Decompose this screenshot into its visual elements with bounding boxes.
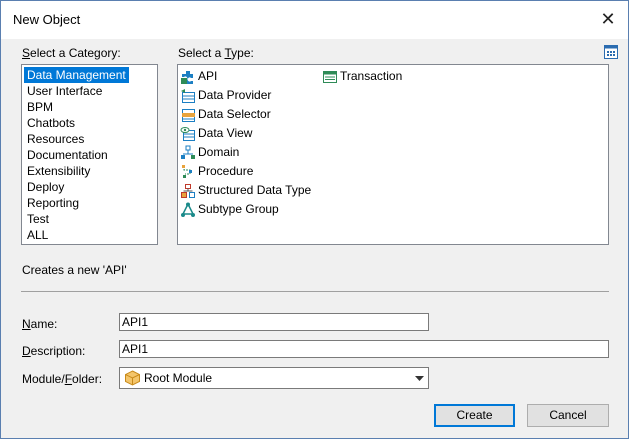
category-item[interactable]: Extensibility (24, 163, 157, 179)
category-item[interactable]: ALL (24, 227, 157, 243)
category-item[interactable]: Data Management (24, 67, 129, 83)
type-item-structured-data-type[interactable]: Structured Data Type (180, 181, 311, 199)
type-item-label: Data Provider (198, 88, 272, 102)
module-folder-value: Root Module (144, 371, 213, 385)
type-item-data-view[interactable]: Data View (180, 124, 252, 142)
create-button[interactable]: Create (434, 404, 515, 427)
data-provider-icon (181, 88, 195, 103)
domain-icon (181, 145, 195, 159)
category-item[interactable]: Test (24, 211, 157, 227)
type-description: Creates a new 'API' (22, 263, 127, 277)
category-item[interactable]: Documentation (24, 147, 157, 163)
type-item-domain[interactable]: Domain (180, 143, 239, 161)
data-view-icon (180, 126, 195, 141)
chevron-down-icon[interactable] (415, 376, 424, 381)
divider (21, 291, 609, 292)
type-item-data-selector[interactable]: Data Selector (180, 105, 271, 123)
type-item-data-provider[interactable]: Data Provider (180, 86, 271, 104)
type-item-label: API (198, 69, 218, 83)
view-mode-icon[interactable] (604, 45, 618, 59)
module-cube-icon (125, 370, 140, 386)
title-bar: New Object ✕ (1, 1, 628, 39)
type-item-procedure[interactable]: Procedure (180, 162, 253, 180)
procedure-icon (182, 164, 192, 178)
type-item-api[interactable]: API (180, 67, 217, 85)
category-item[interactable]: Reporting (24, 195, 157, 211)
category-item[interactable]: Chatbots (24, 115, 157, 131)
type-item-subtype-group[interactable]: Subtype Group (180, 200, 279, 218)
type-item-label: Procedure (198, 164, 254, 178)
category-item[interactable]: BPM (24, 99, 157, 115)
module-folder-label: Module/Folder: (22, 372, 103, 386)
dialog-title: New Object (13, 12, 81, 27)
close-icon[interactable]: ✕ (596, 7, 620, 31)
type-list[interactable]: API Data Provider Data Selector Data Vie… (177, 64, 609, 245)
type-item-label: Subtype Group (198, 202, 279, 216)
description-label: Description: (22, 344, 86, 358)
cancel-button[interactable]: Cancel (527, 404, 609, 427)
category-label: Select a Category: (22, 46, 121, 60)
module-folder-select[interactable]: Root Module (119, 367, 429, 389)
type-item-label: Data Selector (198, 107, 271, 121)
category-item[interactable]: Resources (24, 131, 157, 147)
subtype-group-icon (181, 202, 195, 217)
type-item-label: Domain (198, 145, 240, 159)
type-label: Select a Type: (178, 46, 254, 60)
new-object-dialog: New Object ✕ Select a Category: Select a… (0, 0, 629, 439)
name-field[interactable]: API1 (119, 313, 429, 331)
type-item-transaction[interactable]: Transaction (322, 67, 402, 85)
category-item[interactable]: Deploy (24, 179, 157, 195)
transaction-icon (323, 70, 337, 83)
type-item-label: Data View (198, 126, 253, 140)
type-item-label: Transaction (340, 69, 403, 83)
structured-data-type-icon (181, 183, 195, 198)
type-item-label: Structured Data Type (198, 183, 312, 197)
api-puzzle-icon (181, 70, 193, 84)
category-list[interactable]: Data Management User Interface BPM Chatbots… (21, 64, 158, 245)
data-selector-icon (182, 108, 195, 122)
category-item[interactable]: User Interface (24, 83, 157, 99)
name-label: Name: (22, 317, 58, 331)
description-field[interactable]: API1 (119, 340, 609, 358)
